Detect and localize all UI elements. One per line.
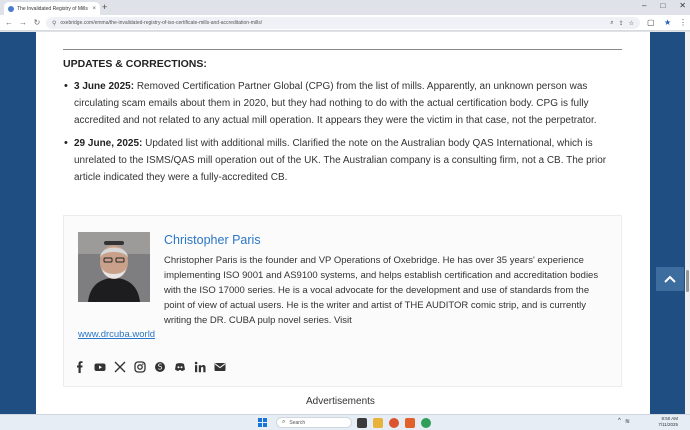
close-window-button[interactable]: ✕: [679, 1, 686, 10]
taskbar-search-box[interactable]: ⌕ Search: [276, 417, 352, 428]
bookmark-star-icon[interactable]: ☆: [629, 20, 634, 27]
svg-text:S: S: [158, 363, 163, 372]
wifi-icon[interactable]: ≋: [625, 418, 630, 425]
author-photo: [78, 232, 150, 302]
social-links: S: [74, 361, 226, 373]
chevron-up-icon[interactable]: ^: [618, 418, 621, 425]
discord-icon[interactable]: [174, 361, 186, 373]
facebook-icon[interactable]: [74, 361, 86, 373]
scrollbar-thumb[interactable]: [686, 270, 689, 292]
youtube-icon[interactable]: [94, 361, 106, 373]
author-bio: Christopher Paris is the founder and VP …: [164, 255, 599, 326]
instagram-icon[interactable]: [134, 361, 146, 373]
url-text[interactable]: oxebridge.com/emma/the-invalidated-regis…: [60, 20, 605, 26]
taskbar-clock[interactable]: 8:50 AM 7/11/2025: [648, 416, 678, 428]
author-box: Christopher Paris Christopher Paris is t…: [63, 215, 622, 387]
update-date: 29 June, 2025:: [74, 138, 143, 149]
scroll-to-top-button[interactable]: [656, 267, 684, 291]
window-controls: – □ ✕: [642, 1, 686, 10]
windows-taskbar: ⌕ Search ^ ≋ 8:50 AM 7/11/2025: [0, 414, 690, 430]
web-page: UPDATES & CORRECTIONS: 3 June 2025: Remo…: [0, 32, 690, 414]
linkedin-icon[interactable]: [194, 361, 206, 373]
envelope-icon[interactable]: [214, 361, 226, 373]
update-text: Removed Certification Partner Global (CP…: [74, 81, 597, 126]
chrome-icon[interactable]: [421, 418, 431, 428]
skype-icon[interactable]: S: [154, 361, 166, 373]
minimize-button[interactable]: –: [642, 1, 646, 10]
task-view-icon[interactable]: [357, 418, 367, 428]
start-button[interactable]: [258, 418, 268, 428]
browser-tab-bar: The Invalidated Registry of Mills × + – …: [0, 0, 690, 15]
clock-date: 7/11/2025: [658, 422, 678, 427]
divider: [63, 49, 622, 50]
update-text: Updated list with additional mills. Clar…: [74, 138, 607, 183]
update-date: 3 June 2025:: [74, 81, 135, 92]
updates-list: 3 June 2025: Removed Certification Partn…: [63, 78, 625, 192]
back-icon[interactable]: ←: [4, 17, 14, 28]
list-item: 29 June, 2025: Updated list with additio…: [63, 135, 625, 186]
search-icon[interactable]: ⌕: [610, 20, 613, 27]
address-bar[interactable]: ⚲ oxebridge.com/emma/the-invalidated-reg…: [46, 17, 640, 29]
file-explorer-icon[interactable]: [373, 418, 383, 428]
tab-close-icon[interactable]: ×: [92, 6, 96, 12]
browser-tab[interactable]: The Invalidated Registry of Mills ×: [4, 2, 100, 15]
new-tab-button[interactable]: +: [102, 2, 107, 13]
share-icon[interactable]: ⇪: [619, 20, 624, 27]
author-name[interactable]: Christopher Paris: [164, 233, 261, 247]
extensions-icon[interactable]: ▢: [647, 17, 655, 28]
menu-icon[interactable]: ⋮: [679, 17, 687, 28]
browser-toolbar: ← → ↻ ⚲ oxebridge.com/emma/the-invalidat…: [0, 15, 690, 31]
site-favicon-icon: [8, 5, 14, 12]
chevron-up-icon: [664, 275, 676, 283]
author-website-link[interactable]: www.drcuba.world: [78, 329, 155, 340]
tab-title: The Invalidated Registry of Mills: [17, 5, 88, 12]
taskbar-search-placeholder: Search: [289, 419, 306, 426]
maximize-button[interactable]: □: [660, 1, 665, 10]
list-item: 3 June 2025: Removed Certification Partn…: [63, 78, 625, 129]
reload-icon[interactable]: ↻: [32, 17, 42, 28]
forward-icon[interactable]: →: [18, 17, 28, 28]
system-tray: ^ ≋: [618, 418, 630, 425]
app-icon-1[interactable]: [389, 418, 399, 428]
page-scrollbar[interactable]: [685, 32, 690, 414]
updates-heading: UPDATES & CORRECTIONS:: [63, 58, 207, 70]
search-icon: ⌕: [282, 419, 286, 425]
app-icon-2[interactable]: [405, 418, 415, 428]
favorites-icon[interactable]: ★: [664, 17, 671, 28]
article-content: UPDATES & CORRECTIONS: 3 June 2025: Remo…: [36, 32, 650, 414]
site-info-icon[interactable]: ⚲: [52, 20, 56, 27]
x-icon[interactable]: [114, 361, 126, 373]
advertisements-label: Advertisements: [306, 396, 375, 407]
